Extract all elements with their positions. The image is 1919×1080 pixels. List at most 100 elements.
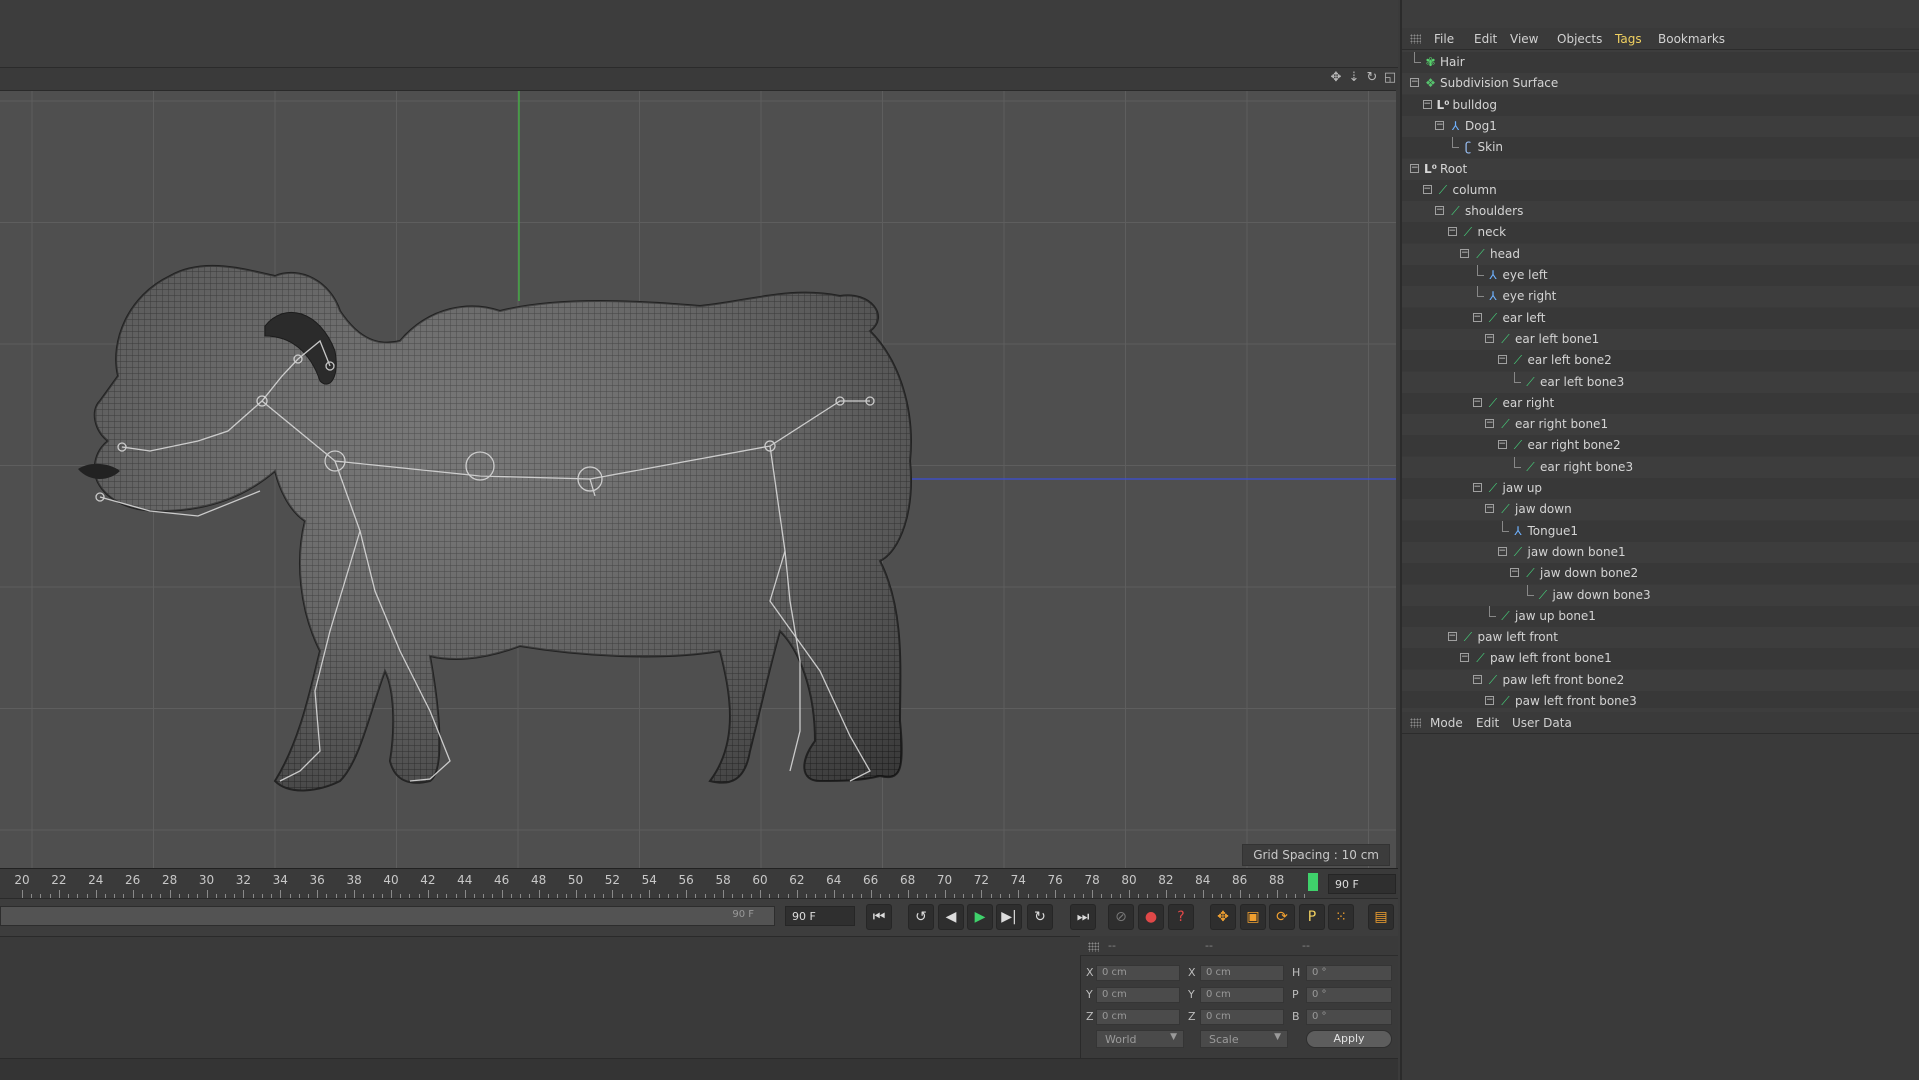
rot-h-field[interactable]: 0 ° [1306, 965, 1392, 981]
coordinate-space-dropdown[interactable]: World ▼ [1096, 1030, 1184, 1048]
tree-item[interactable]: ✾ Hair [1402, 52, 1919, 73]
tree-item[interactable]: − ⟋ jaw down [1402, 499, 1919, 521]
tree-collapse-toggle[interactable]: − [1497, 546, 1507, 556]
rot-p-field[interactable]: 0 ° [1306, 987, 1392, 1003]
maximize-view-icon[interactable]: ◱ [1382, 70, 1398, 86]
tree-collapse-toggle[interactable]: − [1410, 163, 1419, 173]
current-frame-field[interactable]: 90 F [1328, 874, 1396, 894]
autokey-button[interactable]: ? [1168, 904, 1194, 930]
tree-collapse-toggle[interactable]: − [1460, 653, 1469, 663]
next-frame-button[interactable]: ▶| [996, 904, 1022, 930]
tree-collapse-toggle[interactable]: − [1472, 483, 1482, 492]
tree-collapse-toggle[interactable]: − [1497, 355, 1507, 365]
tree-item[interactable]: − ⟋ ear right [1402, 392, 1919, 414]
size-mode-dropdown[interactable]: Scale ▼ [1200, 1030, 1288, 1048]
menu-objects[interactable]: Objects [1557, 32, 1602, 46]
tree-item[interactable]: − L⁰ Root [1402, 158, 1919, 180]
menu-mode[interactable]: Mode [1430, 716, 1463, 730]
tree-item[interactable]: ⅄ eye right [1402, 286, 1919, 308]
tree-item[interactable]: − ⟋ jaw down bone2 [1402, 563, 1919, 585]
size-z-field[interactable]: 0 cm [1200, 1009, 1284, 1025]
tree-collapse-toggle[interactable]: − [1435, 120, 1444, 130]
menu-view[interactable]: View [1510, 32, 1538, 46]
go-to-end-button[interactable]: ⏭ [1070, 904, 1096, 930]
tree-item[interactable]: ⟋ ear left bone3 [1402, 371, 1919, 393]
tree-item[interactable]: − L⁰ bulldog [1402, 94, 1919, 116]
timeline-ruler[interactable]: 20 22 24 26 28 30 32 34 36 38 40 42 44 46 48 50 52 54 56 58… [0, 868, 1398, 898]
tree-collapse-toggle[interactable]: − [1472, 397, 1482, 407]
tree-collapse-toggle[interactable]: − [1485, 333, 1494, 343]
tree-item[interactable]: − ⟋ paw left front [1402, 627, 1919, 649]
tree-item[interactable]: ⟋ jaw up bone1 [1402, 605, 1919, 627]
keyframe-selection-button[interactable]: ⊘ [1108, 904, 1134, 930]
tree-item[interactable]: − ⟋ paw left front bone1 [1402, 648, 1919, 670]
tree-item[interactable]: − ⟋ jaw down bone1 [1402, 541, 1919, 563]
tree-collapse-toggle[interactable]: − [1447, 227, 1457, 237]
tree-item[interactable]: ⟋ jaw down bone3 [1402, 584, 1919, 606]
record-button[interactable]: ● [1138, 904, 1164, 930]
tree-collapse-toggle[interactable]: − [1472, 674, 1482, 684]
tree-item[interactable]: − ⟋ ear right bone2 [1402, 435, 1919, 457]
tree-item[interactable]: − ⅄ Dog1 [1402, 115, 1919, 137]
tree-collapse-toggle[interactable]: − [1460, 248, 1469, 258]
tree-item[interactable]: ⟋ ear right bone3 [1402, 456, 1919, 478]
record-rotation-button[interactable]: ⟳ [1269, 904, 1295, 930]
apply-button[interactable]: Apply [1306, 1030, 1392, 1048]
tree-item[interactable]: ʗ Skin [1402, 137, 1919, 159]
tree-item[interactable]: − ⟋ paw left front bone2 [1402, 669, 1919, 691]
previous-frame-button[interactable]: ◀ [938, 904, 964, 930]
tree-item[interactable]: − ⟋ jaw up [1402, 478, 1919, 499]
menu-edit[interactable]: Edit [1474, 32, 1497, 46]
tree-item[interactable]: − ⟋ head [1402, 243, 1919, 265]
pos-z-field[interactable]: 0 cm [1096, 1009, 1180, 1025]
timeline-window-button[interactable]: ▤ [1368, 904, 1394, 930]
loop-button[interactable]: ↻ [1027, 904, 1053, 930]
tree-collapse-toggle[interactable]: − [1510, 568, 1519, 578]
bulldog-mesh[interactable] [78, 264, 912, 792]
tree-collapse-toggle[interactable]: − [1422, 184, 1432, 194]
current-frame-marker[interactable] [1308, 873, 1318, 891]
go-to-start-button[interactable]: ⏮ [866, 904, 892, 930]
menu-attr-edit[interactable]: Edit [1476, 716, 1499, 730]
tree-item[interactable]: − ⟋ ear right bone1 [1402, 414, 1919, 436]
tree-item[interactable]: − ❖ Subdivision Surface [1402, 73, 1919, 95]
tree-item[interactable]: − ⟋ column [1402, 179, 1919, 201]
record-position-button[interactable]: ✥ [1210, 904, 1236, 930]
tree-collapse-toggle[interactable]: − [1435, 206, 1444, 216]
play-button[interactable]: ▶ [967, 904, 993, 930]
tree-collapse-toggle[interactable]: − [1497, 440, 1507, 450]
tree-item[interactable]: ⅄ eye left [1402, 265, 1919, 286]
end-frame-field[interactable]: 90 F [785, 906, 855, 926]
zoom-view-icon[interactable]: ⇣ [1346, 70, 1362, 86]
preview-range-slider[interactable]: 90 F [0, 906, 775, 926]
menu-tags[interactable]: Tags [1615, 32, 1642, 46]
move-view-icon[interactable]: ✥ [1328, 70, 1344, 86]
tree-collapse-toggle[interactable]: − [1472, 312, 1482, 322]
menu-bookmarks[interactable]: Bookmarks [1658, 32, 1725, 46]
3d-viewport[interactable]: Grid Spacing : 10 cm [0, 90, 1396, 868]
menu-file[interactable]: File [1434, 32, 1454, 46]
menu-user-data[interactable]: User Data [1512, 716, 1572, 730]
tree-collapse-toggle[interactable]: − [1447, 632, 1457, 642]
tree-item[interactable]: − ⟋ ear left bone1 [1402, 328, 1919, 350]
pos-x-field[interactable]: 0 cm [1096, 965, 1180, 981]
tree-item[interactable]: − ⟋ ear left [1402, 307, 1919, 329]
tree-collapse-toggle[interactable]: − [1410, 78, 1419, 88]
tree-collapse-toggle[interactable]: − [1422, 99, 1432, 109]
previous-key-button[interactable]: ↺ [908, 904, 934, 930]
size-y-field[interactable]: 0 cm [1200, 987, 1284, 1003]
rot-b-field[interactable]: 0 ° [1306, 1009, 1392, 1025]
record-parameter-button[interactable]: P [1299, 904, 1325, 930]
object-tree[interactable]: ✾ Hair − ❖ Subdivision Surface − L⁰ bulldog − ⅄ Do… [1402, 52, 1919, 708]
tree-item[interactable]: − ⟋ paw left front bone3 [1402, 691, 1919, 708]
tree-collapse-toggle[interactable]: − [1485, 696, 1494, 705]
record-pla-button[interactable]: ⁙ [1328, 904, 1354, 930]
rotate-view-icon[interactable]: ↻ [1364, 70, 1380, 86]
tree-item[interactable]: − ⟋ ear left bone2 [1402, 350, 1919, 372]
tree-item[interactable]: − ⟋ neck [1402, 222, 1919, 244]
record-scale-button[interactable]: ▣ [1240, 904, 1266, 930]
pos-y-field[interactable]: 0 cm [1096, 987, 1180, 1003]
tree-collapse-toggle[interactable]: − [1485, 419, 1494, 429]
tree-item[interactable]: − ⟋ shoulders [1402, 201, 1919, 223]
tree-item[interactable]: ⅄ Tongue1 [1402, 520, 1919, 542]
